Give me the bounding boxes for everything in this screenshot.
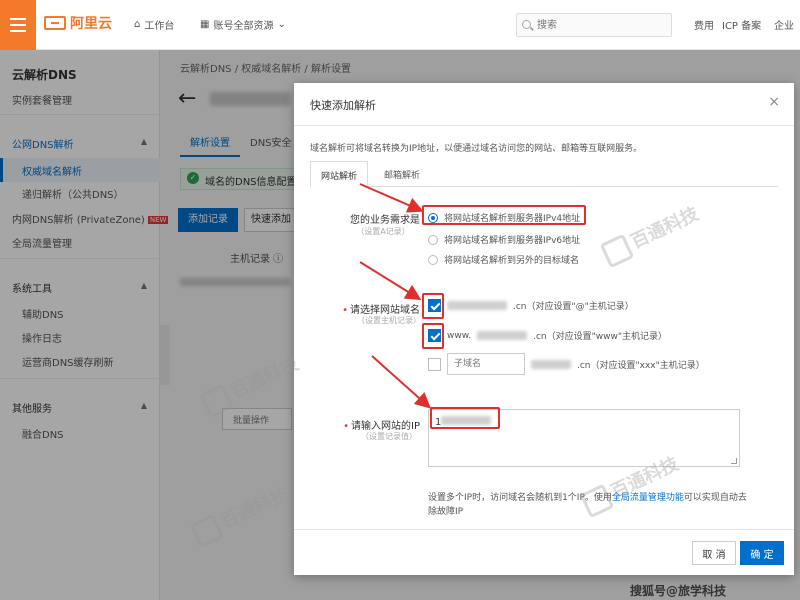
search-box[interactable] [516,13,672,37]
blurred-domain [477,331,528,340]
ip-label: • 请输入网站的IP [343,421,420,432]
footer-watermark: 搜狐号@旅学科技 [630,584,727,598]
search-icon [522,20,531,29]
top-link-billing[interactable]: 费用 [694,17,714,32]
cancel-button[interactable]: 取 消 [692,541,736,565]
search-input[interactable] [517,14,637,36]
close-icon[interactable]: × [768,94,780,110]
checkbox-custom-domain[interactable]: .cn（对应设置"xxx"主机记录） [428,353,705,375]
radio-ipv6[interactable]: 将网站域名解析到服务器IPv6地址 [428,233,580,246]
chevron-down-icon: ⌄ [277,19,286,30]
blurred-domain [531,359,571,369]
subdomain-input[interactable] [447,353,525,375]
top-link-enterprise[interactable]: 企业 [774,17,794,32]
radio-target-domain[interactable]: 将网站域名解析到另外的目标域名 [428,253,579,266]
confirm-button[interactable]: 确 定 [740,541,784,565]
business-need-hint: （设置A记录） [356,227,410,236]
checkbox-root-domain[interactable]: .cn（对应设置"@"主机记录） [428,299,634,312]
business-need-label: 您的业务需求是 [350,215,420,226]
dialog-title: 快速添加解析 [310,99,376,112]
dialog-footer-divider [294,529,794,530]
ip-hint: （设置记录值） [361,432,417,441]
workbench-link[interactable]: ⌂ 工作台 [134,17,174,32]
dialog-tabs: 网站解析 邮箱解析 [310,161,778,188]
domain-label: • 请选择网站域名 [342,305,420,316]
resize-handle-icon[interactable] [731,458,737,464]
highlight-ipv4-option [422,205,586,225]
quick-add-dialog: 快速添加解析 × 域名解析可将域名转换为IP地址，以便通过域名访问您的网站、邮箱… [294,83,794,575]
aliyun-logo-icon [44,16,66,30]
blurred-domain [447,301,507,310]
domain-hint: （设置主机记录） [357,316,421,325]
top-link-icp[interactable]: ICP 备案 [722,17,761,32]
checkbox-custom[interactable] [428,357,441,371]
grid-icon: ▦ [200,19,210,30]
checkbox-www-domain[interactable]: www. .cn（对应设置"www"主机记录） [428,329,667,342]
account-scope-dropdown[interactable]: ▦ 账号全部资源 ⌄ [200,17,286,32]
highlight-root-checkbox [422,293,444,319]
top-bar: 阿里云 ⌂ 工作台 ▦ 账号全部资源 ⌄ 费用 ICP 备案 企业 [0,0,800,50]
dialog-divider [294,125,794,126]
highlight-ip-value [430,407,500,429]
menu-icon[interactable] [0,0,36,50]
home-icon: ⌂ [134,19,141,30]
tab-website-resolution[interactable]: 网站解析 [310,161,369,188]
highlight-www-checkbox [422,323,444,349]
radio-target-domain-dot[interactable] [428,254,438,265]
aliyun-logo[interactable]: 阿里云 [44,13,112,33]
dialog-description: 域名解析可将域名转换为IP地址，以便通过域名访问您的网站、邮箱等互联网服务。 [310,144,643,154]
tab-mail-resolution[interactable]: 邮箱解析 [374,161,430,187]
radio-ipv6-dot[interactable] [428,234,438,245]
